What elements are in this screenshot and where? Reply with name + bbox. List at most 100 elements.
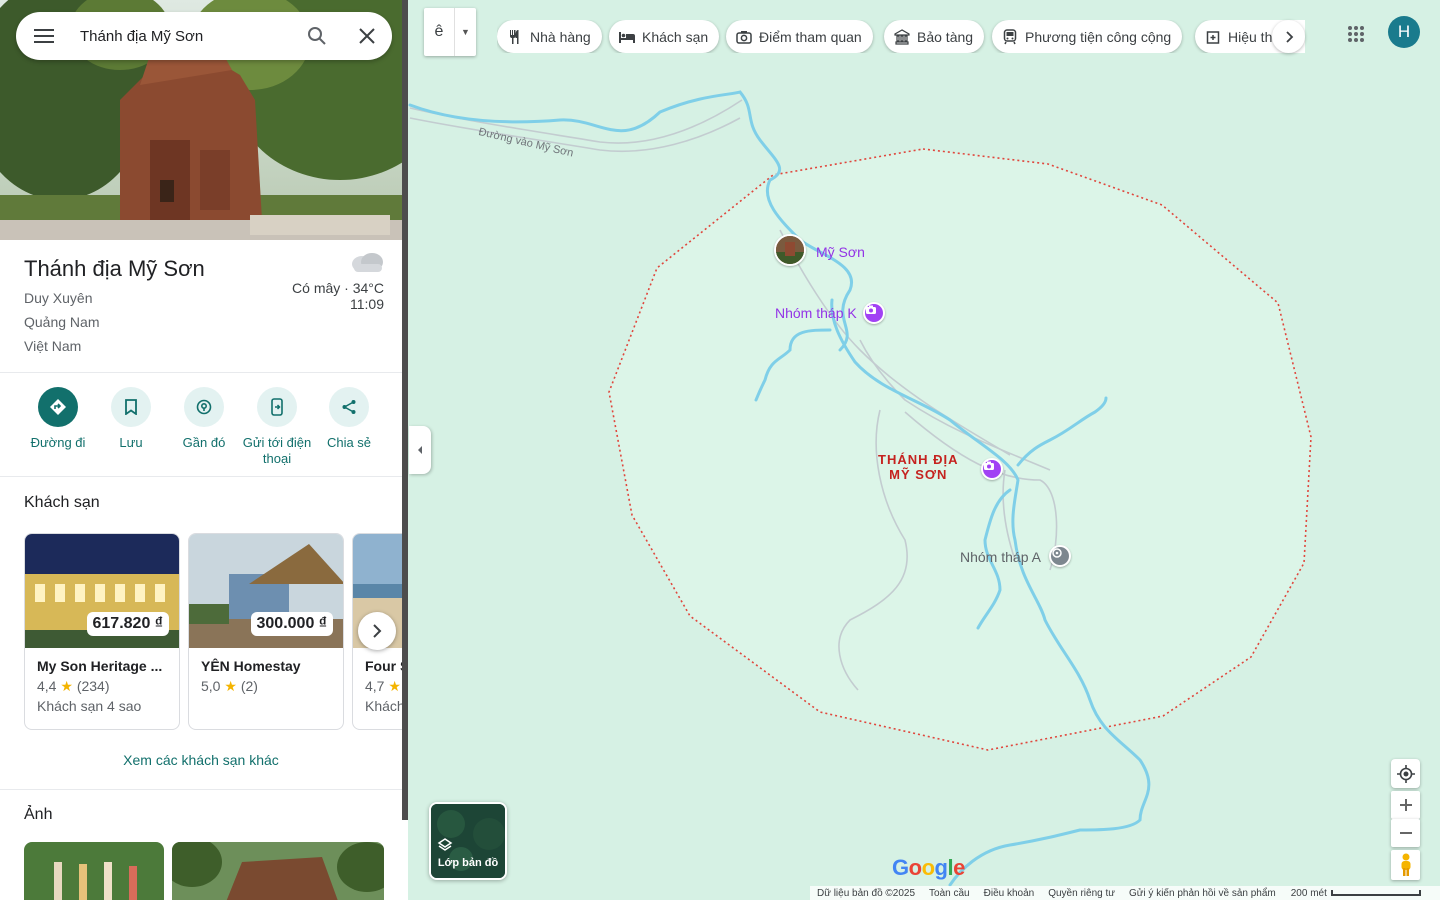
- chip-museums[interactable]: Bảo tàng: [884, 20, 985, 53]
- divider: [0, 476, 402, 477]
- chip-restaurants[interactable]: Nhà hàng: [497, 20, 602, 53]
- global-link[interactable]: Toàn cầu: [929, 888, 970, 899]
- divider: [0, 372, 402, 373]
- share-button[interactable]: Chia sẻ: [313, 387, 385, 451]
- ime-char: ê: [434, 23, 444, 40]
- star-icon: ★: [388, 678, 401, 694]
- rating-value: 4,7: [365, 678, 385, 694]
- cloud-icon: [350, 250, 384, 279]
- layers-button[interactable]: Lớp bản đồ: [429, 802, 507, 880]
- my-son-photo-pin[interactable]: [774, 234, 806, 266]
- hotel-card[interactable]: 617.820 ₫ My Son Heritage ... 4,4 ★ (234…: [24, 533, 180, 730]
- star-icon: ★: [224, 678, 237, 694]
- camera-icon[interactable]: [981, 458, 1003, 480]
- action-label: Đường đi: [30, 435, 86, 450]
- bookmark-icon: [111, 387, 151, 427]
- panel-scrollbar[interactable]: [402, 0, 408, 900]
- action-label: Gửi tới điện thoại: [242, 435, 312, 466]
- apps-grid-icon: [1348, 26, 1364, 42]
- chip-label: Khách sạn: [642, 28, 709, 45]
- layers-icon: [437, 838, 453, 851]
- hotel-rating: 5,0 ★ (2): [201, 678, 258, 695]
- account-avatar[interactable]: H: [1388, 16, 1420, 48]
- chevron-right-icon: [1285, 30, 1293, 43]
- review-count: (2): [240, 678, 258, 694]
- search-button[interactable]: [292, 12, 342, 60]
- hotel-type: Khách sạn 4 sao: [37, 698, 142, 714]
- collapse-panel-button[interactable]: [409, 426, 431, 474]
- zoom-out-button[interactable]: [1391, 819, 1420, 847]
- hotel-price: 300.000 ₫: [250, 612, 333, 636]
- feedback-link[interactable]: Gửi ý kiến phản hồi về sản phẩm: [1129, 888, 1276, 899]
- caret-left-icon: [418, 446, 422, 454]
- scrollbar-thumb[interactable]: [402, 0, 408, 820]
- photo-thumbnail[interactable]: [172, 842, 384, 900]
- close-icon: [359, 28, 375, 44]
- chip-label: Hiệu th: [1228, 28, 1273, 45]
- scale-control[interactable]: 200 mét: [1291, 888, 1428, 899]
- chip-label: Nhà hàng: [530, 28, 591, 45]
- terms-link[interactable]: Điều khoản: [984, 888, 1035, 899]
- museum-icon: [893, 28, 911, 46]
- restaurant-icon: [506, 28, 524, 46]
- nearby-button[interactable]: Gần đó: [168, 387, 240, 451]
- clear-search-button[interactable]: [342, 12, 392, 60]
- rating-value: 5,0: [201, 678, 221, 694]
- nearby-icon: [184, 387, 224, 427]
- chip-hotels[interactable]: Khách sạn: [609, 20, 720, 53]
- place-panel: Thánh địa Mỹ Sơn Thánh địa Mỹ Sơn Duy Xu…: [0, 0, 402, 900]
- minus-icon: [1399, 832, 1412, 834]
- hotel-name: Four S: [365, 658, 402, 674]
- menu-button[interactable]: [16, 12, 72, 60]
- chips-next-button[interactable]: [1272, 20, 1305, 53]
- photo-thumbnail[interactable]: [24, 842, 164, 900]
- chevron-down-icon[interactable]: ▼: [454, 8, 476, 56]
- action-label: Chia sẻ: [326, 435, 372, 450]
- temple-icon[interactable]: [1049, 545, 1071, 567]
- camera-icon: [735, 28, 753, 46]
- sanctuary-label[interactable]: THÁNH ĐỊA MỸ SƠN: [878, 452, 959, 482]
- hotel-card[interactable]: 300.000 ₫ YÊN Homestay 5,0 ★ (2): [188, 533, 344, 730]
- pegman-icon: [1401, 853, 1410, 876]
- chip-transit[interactable]: Phương tiện công cộng: [992, 20, 1183, 53]
- chip-label: Phương tiện công cộng: [1025, 28, 1172, 45]
- share-icon: [329, 387, 369, 427]
- divider: [0, 789, 402, 790]
- search-box[interactable]: Thánh địa Mỹ Sơn: [16, 12, 392, 60]
- zoom-in-button[interactable]: [1391, 791, 1420, 819]
- hotel-name: YÊN Homestay: [201, 658, 301, 674]
- map-data-credit: Dữ liệu bản đồ ©2025: [817, 887, 916, 899]
- my-location-button[interactable]: [1391, 759, 1420, 788]
- directions-icon: [38, 387, 78, 427]
- hotel-icon: [618, 28, 636, 46]
- sanctuary-label-line2: MỸ SƠN: [889, 467, 948, 482]
- directions-button[interactable]: Đường đi: [22, 387, 94, 451]
- group-k-label[interactable]: Nhóm tháp K: [775, 305, 857, 321]
- layers-label: Lớp bản đồ: [437, 857, 499, 869]
- send-to-phone-icon: [257, 387, 297, 427]
- weather-time: 11:09: [350, 296, 384, 312]
- hotels-next-button[interactable]: [358, 612, 396, 650]
- send-to-phone-button[interactable]: Gửi tới điện thoại: [241, 387, 313, 467]
- apps-grid-button[interactable]: [1340, 18, 1372, 50]
- camera-icon[interactable]: [863, 302, 885, 324]
- input-method-toggle[interactable]: ê ▼: [424, 8, 476, 56]
- group-a-label[interactable]: Nhóm tháp A: [960, 549, 1041, 565]
- save-button[interactable]: Lưu: [95, 387, 167, 451]
- search-input[interactable]: Thánh địa Mỹ Sơn: [72, 28, 292, 45]
- street-view-button[interactable]: [1391, 850, 1420, 880]
- my-location-icon: [1396, 764, 1415, 783]
- search-icon: [308, 27, 326, 45]
- sanctuary-label-line1: THÁNH ĐỊA: [878, 452, 959, 467]
- category-chips: Nhà hàng Khách sạn Điểm tham quan Bảo tà…: [497, 20, 1305, 53]
- chip-label: Điểm tham quan: [759, 28, 862, 45]
- photo-thumbnail-icon: [776, 236, 804, 264]
- chip-attractions[interactable]: Điểm tham quan: [726, 20, 873, 53]
- my-son-label[interactable]: Mỹ Sơn: [816, 244, 865, 260]
- action-label: Gần đó: [182, 435, 226, 450]
- hotel-name: My Son Heritage ...: [37, 658, 163, 674]
- rating-value: 4,4: [37, 678, 57, 694]
- pharmacy-icon: [1204, 28, 1222, 46]
- more-hotels-link[interactable]: Xem các khách sạn khác: [0, 752, 402, 768]
- privacy-link[interactable]: Quyền riêng tư: [1048, 888, 1115, 899]
